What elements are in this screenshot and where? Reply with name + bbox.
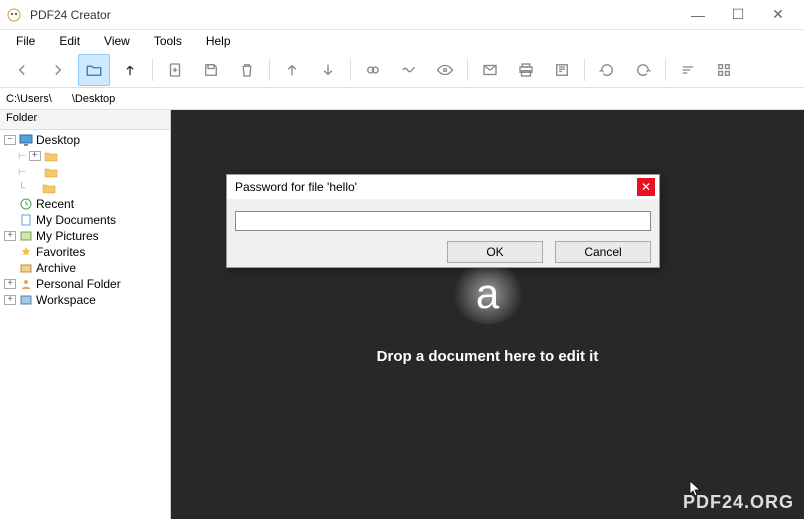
workspace-icon (18, 293, 34, 307)
path-segment-1[interactable]: C:\Users\ (6, 93, 52, 105)
tree-node-personal[interactable]: + Personal Folder (0, 276, 170, 292)
new-document-button[interactable] (159, 54, 191, 86)
watermark: PDF24.ORG (683, 492, 794, 513)
path-bar: C:\Users\ \Desktop (0, 88, 804, 110)
tree-node-recent[interactable]: Recent (0, 196, 170, 212)
menubar: File Edit View Tools Help (0, 30, 804, 52)
delete-button[interactable] (231, 54, 263, 86)
tree-subnode[interactable]: └ (0, 180, 170, 196)
sort-button[interactable] (672, 54, 704, 86)
pictures-icon (18, 229, 34, 243)
rotate-ccw-button[interactable] (591, 54, 623, 86)
personal-icon (18, 277, 34, 291)
tree-label: My Documents (36, 213, 116, 227)
window-title: PDF24 Creator (30, 8, 678, 22)
close-button[interactable]: ✕ (758, 1, 798, 29)
tree-node-desktop[interactable]: − Desktop (0, 132, 170, 148)
tree-label: Workspace (36, 293, 96, 307)
rotate-cw-button[interactable] (627, 54, 659, 86)
documents-icon (18, 213, 34, 227)
folder-icon (43, 165, 59, 179)
folder-icon (43, 149, 59, 163)
tree-label: Archive (36, 261, 76, 275)
minimize-button[interactable]: — (678, 1, 718, 29)
tree-node-workspace[interactable]: + Workspace (0, 292, 170, 308)
tree-label: Personal Folder (36, 277, 121, 291)
menu-file[interactable]: File (4, 32, 47, 50)
dialog-close-button[interactable]: ✕ (637, 178, 655, 196)
mask-icon[interactable] (393, 54, 425, 86)
tree-node-mydocuments[interactable]: My Documents (0, 212, 170, 228)
drop-logo-glyph: a (476, 270, 499, 318)
menu-tools[interactable]: Tools (142, 32, 194, 50)
folder-sidebar: Folder − Desktop ⊢+ ⊢ └ Recent (0, 110, 171, 519)
save-button[interactable] (195, 54, 227, 86)
path-segment-2[interactable]: \Desktop (72, 93, 115, 105)
link-icon[interactable] (357, 54, 389, 86)
tree-label: Desktop (36, 133, 80, 147)
grid-view-button[interactable] (708, 54, 740, 86)
favorites-icon (18, 245, 34, 259)
tree-label: My Pictures (36, 229, 99, 243)
fax-button[interactable] (546, 54, 578, 86)
menu-help[interactable]: Help (194, 32, 243, 50)
desktop-icon (18, 133, 34, 147)
up-level-button[interactable] (114, 54, 146, 86)
view-icon[interactable] (429, 54, 461, 86)
print-button[interactable] (510, 54, 542, 86)
tree-node-archive[interactable]: Archive (0, 260, 170, 276)
recent-icon (18, 197, 34, 211)
dialog-titlebar[interactable]: Password for file 'hello' ✕ (227, 175, 659, 199)
page-down-button[interactable] (312, 54, 344, 86)
titlebar: PDF24 Creator — ☐ ✕ (0, 0, 804, 30)
toolbar (0, 52, 804, 88)
tree-node-favorites[interactable]: Favorites (0, 244, 170, 260)
folder-icon (41, 181, 57, 195)
tree-label: Recent (36, 197, 74, 211)
back-button[interactable] (6, 54, 38, 86)
drop-logo: a (453, 264, 523, 324)
drop-text: Drop a document here to edit it (377, 348, 599, 365)
dialog-title: Password for file 'hello' (235, 180, 357, 194)
folder-tree[interactable]: − Desktop ⊢+ ⊢ └ Recent (0, 130, 170, 519)
tree-subnode[interactable]: ⊢+ (0, 148, 170, 164)
sidebar-header: Folder (0, 110, 170, 130)
page-up-button[interactable] (276, 54, 308, 86)
app-icon (6, 7, 22, 23)
tree-label: Favorites (36, 245, 85, 259)
password-input[interactable] (235, 211, 651, 231)
menu-edit[interactable]: Edit (47, 32, 92, 50)
password-dialog: Password for file 'hello' ✕ OK Cancel (226, 174, 660, 268)
drop-zone[interactable]: a Drop a document here to edit it (171, 110, 804, 519)
cancel-button[interactable]: Cancel (555, 241, 651, 263)
tree-subnode[interactable]: ⊢ (0, 164, 170, 180)
menu-view[interactable]: View (92, 32, 142, 50)
email-button[interactable] (474, 54, 506, 86)
ok-button[interactable]: OK (447, 241, 543, 263)
open-folder-button[interactable] (78, 54, 110, 86)
maximize-button[interactable]: ☐ (718, 1, 758, 29)
tree-node-mypictures[interactable]: + My Pictures (0, 228, 170, 244)
archive-icon (18, 261, 34, 275)
forward-button[interactable] (42, 54, 74, 86)
